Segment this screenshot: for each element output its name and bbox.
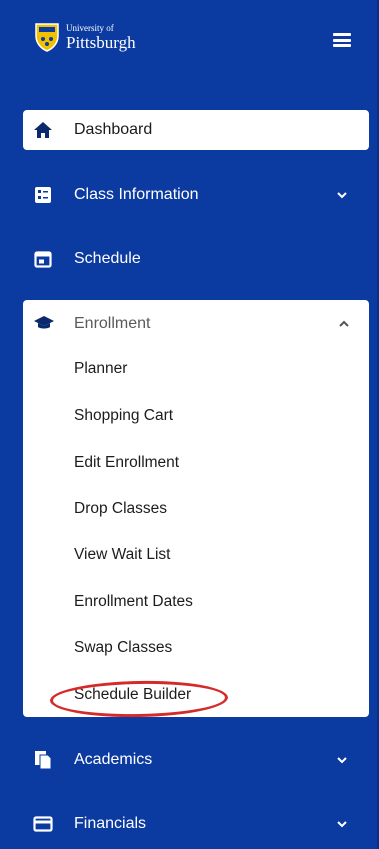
nav-label-dashboard: Dashboard (74, 121, 153, 138)
home-icon (33, 120, 53, 140)
nav-item-dashboard[interactable]: Dashboard (23, 110, 369, 150)
enrollment-panel: Enrollment Planner Shopping Cart Edit En… (23, 300, 369, 717)
submenu-item-shopping-cart[interactable]: Shopping Cart (74, 407, 173, 425)
graduation-cap-icon (34, 316, 54, 329)
nav-label-financials: Financials (74, 815, 147, 832)
credit-card-icon (33, 814, 53, 834)
nav-item-academics[interactable]: Academics (23, 740, 369, 780)
nav-item-enrollment[interactable]: Enrollment (23, 300, 369, 346)
university-logo[interactable]: University of Pittsburgh (34, 22, 136, 52)
chevron-down-icon (337, 821, 347, 828)
submenu-item-edit-enrollment[interactable]: Edit Enrollment (74, 454, 179, 472)
submenu-item-swap-classes[interactable]: Swap Classes (74, 639, 172, 657)
brand-small-text: University of (66, 22, 114, 33)
submenu-item-planner[interactable]: Planner (74, 360, 127, 378)
chevron-up-icon (339, 320, 349, 327)
submenu-item-enrollment-dates[interactable]: Enrollment Dates (74, 593, 193, 611)
nav-item-schedule[interactable]: Schedule (23, 239, 369, 279)
chevron-down-icon (337, 192, 347, 199)
nav-label-class-information: Class Information (74, 186, 199, 203)
chevron-down-icon (337, 757, 347, 764)
submenu-item-view-wait-list[interactable]: View Wait List (74, 546, 170, 564)
nav-label-enrollment: Enrollment (74, 315, 151, 332)
nav-label-schedule: Schedule (74, 250, 141, 267)
submenu-item-drop-classes[interactable]: Drop Classes (74, 500, 167, 518)
class-info-icon (33, 185, 53, 205)
nav-item-class-information[interactable]: Class Information (23, 175, 369, 215)
menu-icon[interactable] (333, 33, 351, 47)
documents-icon (33, 750, 53, 770)
calendar-icon (33, 249, 53, 269)
sidebar: University of Pittsburgh Dashboard Class… (0, 0, 379, 849)
shield-icon (35, 23, 59, 52)
nav-item-financials[interactable]: Financials (23, 804, 369, 844)
brand-name: Pittsburgh (66, 32, 136, 52)
nav-label-academics: Academics (74, 751, 153, 768)
